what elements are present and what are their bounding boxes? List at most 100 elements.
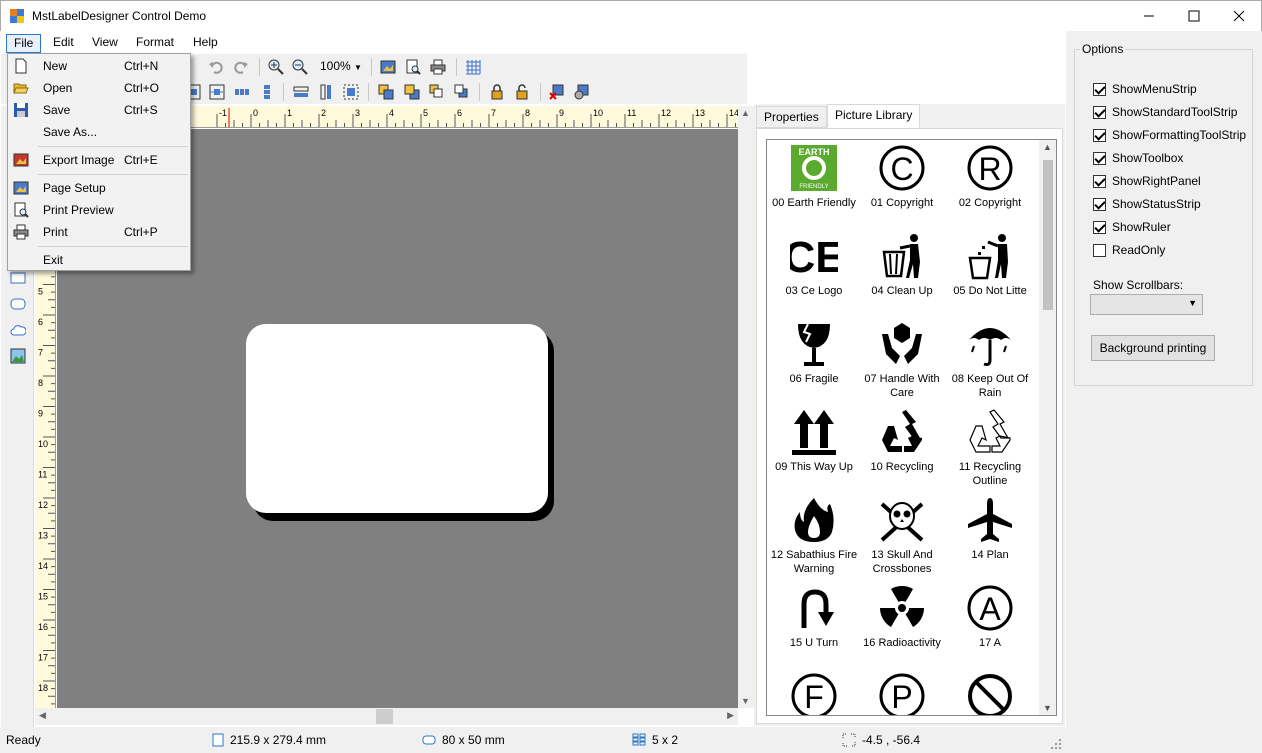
menu-help[interactable]: Help: [186, 34, 225, 53]
scroll-thumb[interactable]: [376, 709, 393, 724]
label-page[interactable]: [246, 324, 548, 513]
same-height-icon[interactable]: [318, 84, 334, 100]
scroll-right-icon[interactable]: ▶: [727, 710, 734, 721]
picture-item[interactable]: 07 Handle With Care: [858, 320, 946, 400]
checkbox-box[interactable]: [1093, 197, 1106, 211]
option-checkbox[interactable]: ShowFormattingToolStrip: [1093, 127, 1246, 143]
menu-item-print[interactable]: Print Ctrl+P: [8, 221, 190, 243]
scroll-down-icon[interactable]: ▼: [741, 696, 750, 706]
checkbox-box[interactable]: [1093, 151, 1106, 165]
tab-properties[interactable]: Properties: [756, 106, 827, 128]
picture-item[interactable]: F: [770, 672, 858, 715]
print-icon[interactable]: [430, 59, 446, 75]
picture-item[interactable]: C 01 Copyright: [858, 144, 946, 210]
scroll-up-icon[interactable]: ▲: [741, 108, 750, 118]
close-button[interactable]: [1216, 1, 1262, 31]
cloud-tool-icon[interactable]: [10, 322, 26, 338]
rectangle-tool-icon[interactable]: [10, 270, 26, 286]
undo-icon[interactable]: [208, 59, 224, 75]
canvas-horizontal-scrollbar[interactable]: ◀ ▶: [35, 708, 738, 725]
scroll-up-icon[interactable]: ▲: [1043, 142, 1052, 152]
center-horizontal-icon[interactable]: [209, 84, 225, 100]
picture-item[interactable]: 12 Sabathius Fire Warning: [770, 496, 858, 576]
menu-view[interactable]: View: [85, 34, 125, 53]
unlock-icon[interactable]: [514, 84, 530, 100]
distribute-horizontal-icon[interactable]: [234, 84, 250, 100]
print-preview-icon[interactable]: [405, 59, 421, 75]
option-checkbox[interactable]: ShowMenuStrip: [1093, 81, 1197, 97]
background-printing-button[interactable]: Background printing: [1091, 335, 1215, 361]
minimize-button[interactable]: [1126, 1, 1172, 31]
menu-item-exit[interactable]: Exit: [8, 249, 190, 271]
tab-picture-library[interactable]: Picture Library: [827, 104, 921, 128]
picture-item[interactable]: EARTH FRIENDLY 00 Earth Friendly: [770, 144, 858, 210]
option-checkbox[interactable]: ShowToolbox: [1093, 150, 1183, 166]
picture-item[interactable]: 09 This Way Up: [770, 408, 858, 474]
checkbox-box[interactable]: [1093, 105, 1106, 119]
picture-item[interactable]: 05 Do Not Litte: [946, 232, 1034, 298]
option-checkbox[interactable]: ShowStandardToolStrip: [1093, 104, 1237, 120]
menu-item-save[interactable]: Save Ctrl+S: [8, 99, 190, 121]
checkbox-box[interactable]: [1093, 243, 1106, 257]
menu-item-open[interactable]: Open Ctrl+O: [8, 77, 190, 99]
picture-item[interactable]: A 17 A: [946, 584, 1034, 650]
same-size-icon[interactable]: [343, 84, 359, 100]
canvas-vertical-scrollbar[interactable]: ▲ ▼: [738, 106, 754, 708]
option-checkbox[interactable]: ReadOnly: [1093, 242, 1165, 258]
checkbox-box[interactable]: [1093, 82, 1106, 96]
option-checkbox[interactable]: ShowRightPanel: [1093, 173, 1201, 189]
picture-item[interactable]: 11 Recycling Outline: [946, 408, 1034, 488]
option-checkbox[interactable]: ShowStatusStrip: [1093, 196, 1201, 212]
option-checkbox[interactable]: ShowRuler: [1093, 219, 1171, 235]
picture-item[interactable]: 14 Plan: [946, 496, 1034, 562]
maximize-button[interactable]: [1171, 1, 1217, 31]
picture-item[interactable]: 15 U Turn: [770, 584, 858, 650]
bring-forward-icon[interactable]: [429, 84, 445, 100]
picture-item[interactable]: [946, 672, 1034, 715]
picture-item[interactable]: 04 Clean Up: [858, 232, 946, 298]
menu-item-print-preview[interactable]: Print Preview: [8, 199, 190, 221]
menu-format[interactable]: Format: [129, 34, 181, 53]
menu-item-save-as[interactable]: Save As...: [8, 121, 190, 143]
lock-icon[interactable]: [489, 84, 505, 100]
ruler-label: 13: [695, 108, 705, 118]
redo-icon[interactable]: [233, 59, 249, 75]
menu-item-export-image[interactable]: Export Image Ctrl+E: [8, 149, 190, 171]
picture-item[interactable]: 06 Fragile: [770, 320, 858, 386]
checkbox-box[interactable]: [1093, 174, 1106, 188]
menu-file[interactable]: File: [6, 34, 42, 53]
distribute-vertical-icon[interactable]: [259, 84, 275, 100]
picture-item[interactable]: 16 Radioactivity: [858, 584, 946, 650]
export-image-icon[interactable]: [380, 59, 396, 75]
object-settings-icon[interactable]: [574, 84, 590, 100]
zoom-in-icon[interactable]: [268, 59, 284, 75]
delete-object-icon[interactable]: [549, 84, 565, 100]
picture-item[interactable]: 08 Keep Out Of Rain: [946, 320, 1034, 400]
picture-item[interactable]: P: [858, 672, 946, 715]
scroll-left-icon[interactable]: ◀: [39, 710, 46, 721]
rounded-rectangle-tool-icon[interactable]: [10, 296, 26, 312]
bring-to-front-icon[interactable]: [378, 84, 394, 100]
picture-item[interactable]: R 02 Copyright: [946, 144, 1034, 210]
send-backward-icon[interactable]: [454, 84, 470, 100]
scroll-down-icon[interactable]: ▼: [1043, 703, 1052, 713]
picture-item[interactable]: 13 Skull And Crossbones: [858, 496, 946, 576]
resize-grip-icon[interactable]: [1050, 738, 1062, 750]
zoom-dropdown[interactable]: 100% ▼: [320, 59, 362, 73]
grid-value: 5 x 2: [652, 733, 679, 747]
show-scrollbars-select[interactable]: ▼: [1090, 294, 1203, 315]
picture-list-scrollbar[interactable]: ▲ ▼: [1039, 140, 1056, 715]
grid-icon[interactable]: [465, 59, 481, 75]
menu-item-page-setup[interactable]: Page Setup: [8, 177, 190, 199]
zoom-out-icon[interactable]: [292, 59, 308, 75]
menu-edit[interactable]: Edit: [46, 34, 81, 53]
checkbox-box[interactable]: [1093, 128, 1106, 142]
send-to-back-icon[interactable]: [404, 84, 420, 100]
picture-item[interactable]: CE 03 Ce Logo: [770, 232, 858, 298]
same-width-icon[interactable]: [293, 84, 309, 100]
picture-item[interactable]: 10 Recycling: [858, 408, 946, 474]
scroll-thumb[interactable]: [1043, 160, 1053, 310]
checkbox-box[interactable]: [1093, 220, 1106, 234]
menu-item-new[interactable]: New Ctrl+N: [8, 55, 190, 77]
picture-tool-icon[interactable]: [10, 348, 26, 364]
